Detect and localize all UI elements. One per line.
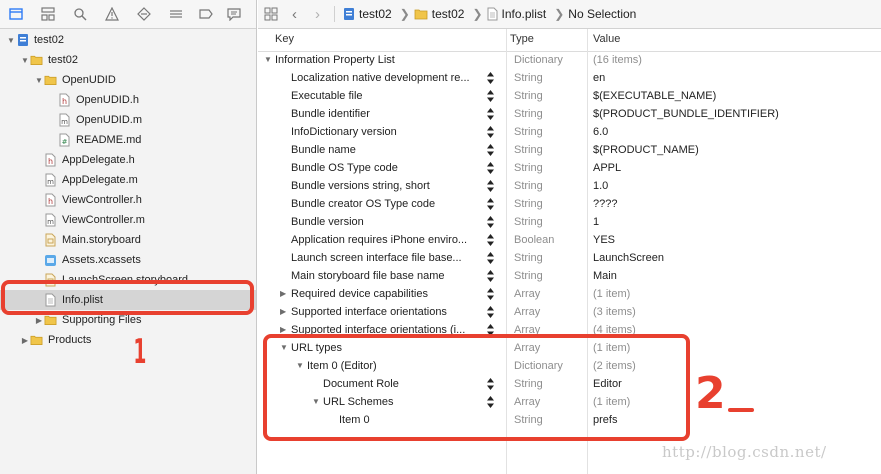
annotation-label-1: 1: [133, 332, 147, 372]
annotation-layer: [1, 280, 754, 441]
annotation-box-1: [1, 280, 254, 315]
annotation-label-2: 2: [695, 368, 726, 419]
watermark: http://blog.csdn.net/: [662, 443, 827, 461]
annotation-box-2: [263, 334, 690, 441]
